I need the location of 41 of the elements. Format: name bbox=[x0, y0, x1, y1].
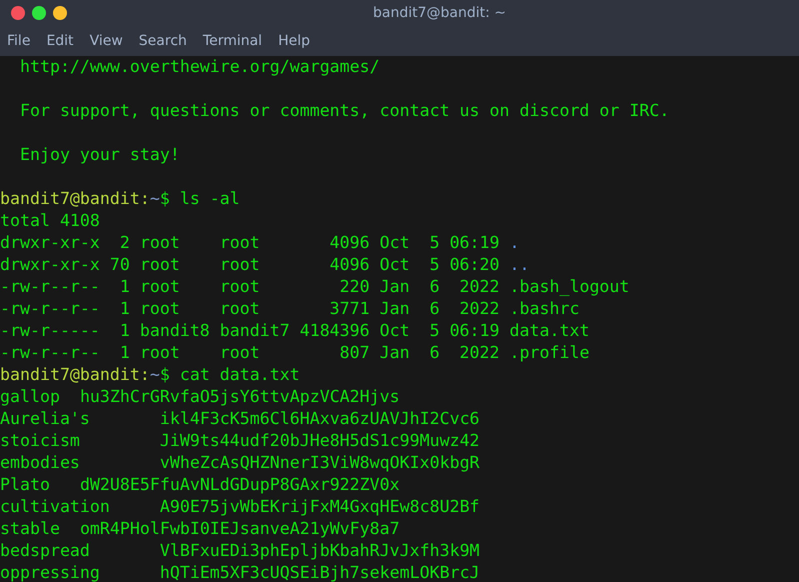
minimize-icon[interactable] bbox=[53, 6, 67, 20]
menu-item[interactable]: Search bbox=[138, 33, 187, 49]
file-name: .. bbox=[510, 255, 530, 274]
menu-item[interactable]: View bbox=[90, 33, 123, 49]
command-text: $ ls -al bbox=[160, 189, 240, 208]
menu-item[interactable]: Help bbox=[278, 33, 310, 49]
file-details: drwxr-xr-x 2 root root 4096 Oct 5 06:19 bbox=[0, 233, 500, 252]
output-line: total 4108 bbox=[0, 211, 100, 230]
prompt-user: bandit7@bandit: bbox=[0, 365, 150, 384]
output-line: http://www.overthewire.org/wargames/ bbox=[18, 57, 380, 76]
prompt-path: ~ bbox=[150, 189, 160, 208]
output-line: gallop hu3ZhCrGRvfaO5jsY6ttvApzVCA2Hjvs bbox=[0, 387, 400, 406]
file-details: -rw-r--r-- 1 root root 807 Jan 6 2022 bbox=[0, 343, 500, 362]
close-icon[interactable] bbox=[11, 6, 25, 20]
file-name: . bbox=[510, 233, 520, 252]
prompt-path: ~ bbox=[150, 365, 160, 384]
file-details: -rw-r--r-- 1 root root 3771 Jan 6 2022 bbox=[0, 299, 500, 318]
output-line: bedspread VlBFxuEDi3phEpljbKbahRJvJxfh3k9M bbox=[0, 541, 480, 560]
output-line: For support, questions or comments, contact us on discord or IRC. bbox=[18, 101, 670, 120]
window-title: bandit7@bandit: ~ bbox=[372, 5, 506, 21]
output-line: Aurelia's ikl4F3cK5m6Cl6HAxva6zUAVJhI2Cvc6 bbox=[0, 409, 480, 428]
command-text: $ cat data.txt bbox=[160, 365, 300, 384]
output-line: Enjoy your stay! bbox=[18, 145, 180, 164]
output-line: oppressing hQTiEm5XF3cUQSEiBjh7sekemLOKBrcJ bbox=[0, 563, 480, 582]
file-details: drwxr-xr-x 70 root root 4096 Oct 5 06:20 bbox=[0, 255, 500, 274]
maximize-icon[interactable] bbox=[32, 6, 46, 20]
output-line: cultivation A90E75jvWbEKrijFxM4GxqHEw8c8U2Bf bbox=[0, 497, 480, 516]
file-details: -rw-r--r-- 1 root root 220 Jan 6 2022 bbox=[0, 277, 500, 296]
menu-item[interactable]: File bbox=[7, 33, 30, 49]
menu-item[interactable]: Edit bbox=[46, 33, 74, 49]
menu-item[interactable]: Terminal bbox=[202, 33, 262, 49]
file-name: .bash_logout bbox=[510, 277, 630, 296]
prompt-user: bandit7@bandit: bbox=[0, 189, 150, 208]
file-name: data.txt bbox=[510, 321, 590, 340]
output-line: stoicism JiW9ts44udf20bJHe8H5dS1c99Muwz42 bbox=[0, 431, 480, 450]
file-details: -rw-r----- 1 bandit8 bandit7 4184396 Oct 5 06:19 bbox=[0, 321, 500, 340]
file-name: .bashrc bbox=[510, 299, 580, 318]
output-line: embodies vWheZcAsQHZNnerI3ViW8wqOKIx0kbgR bbox=[0, 453, 480, 472]
file-name: .profile bbox=[510, 343, 590, 362]
output-line: Plato dW2U8E5FfuAvNLdGDupP8GAxr922ZV0x bbox=[0, 475, 400, 494]
output-line: stable omR4PHolFwbI0IEJsanveA21yWvFy8a7 bbox=[0, 519, 400, 538]
